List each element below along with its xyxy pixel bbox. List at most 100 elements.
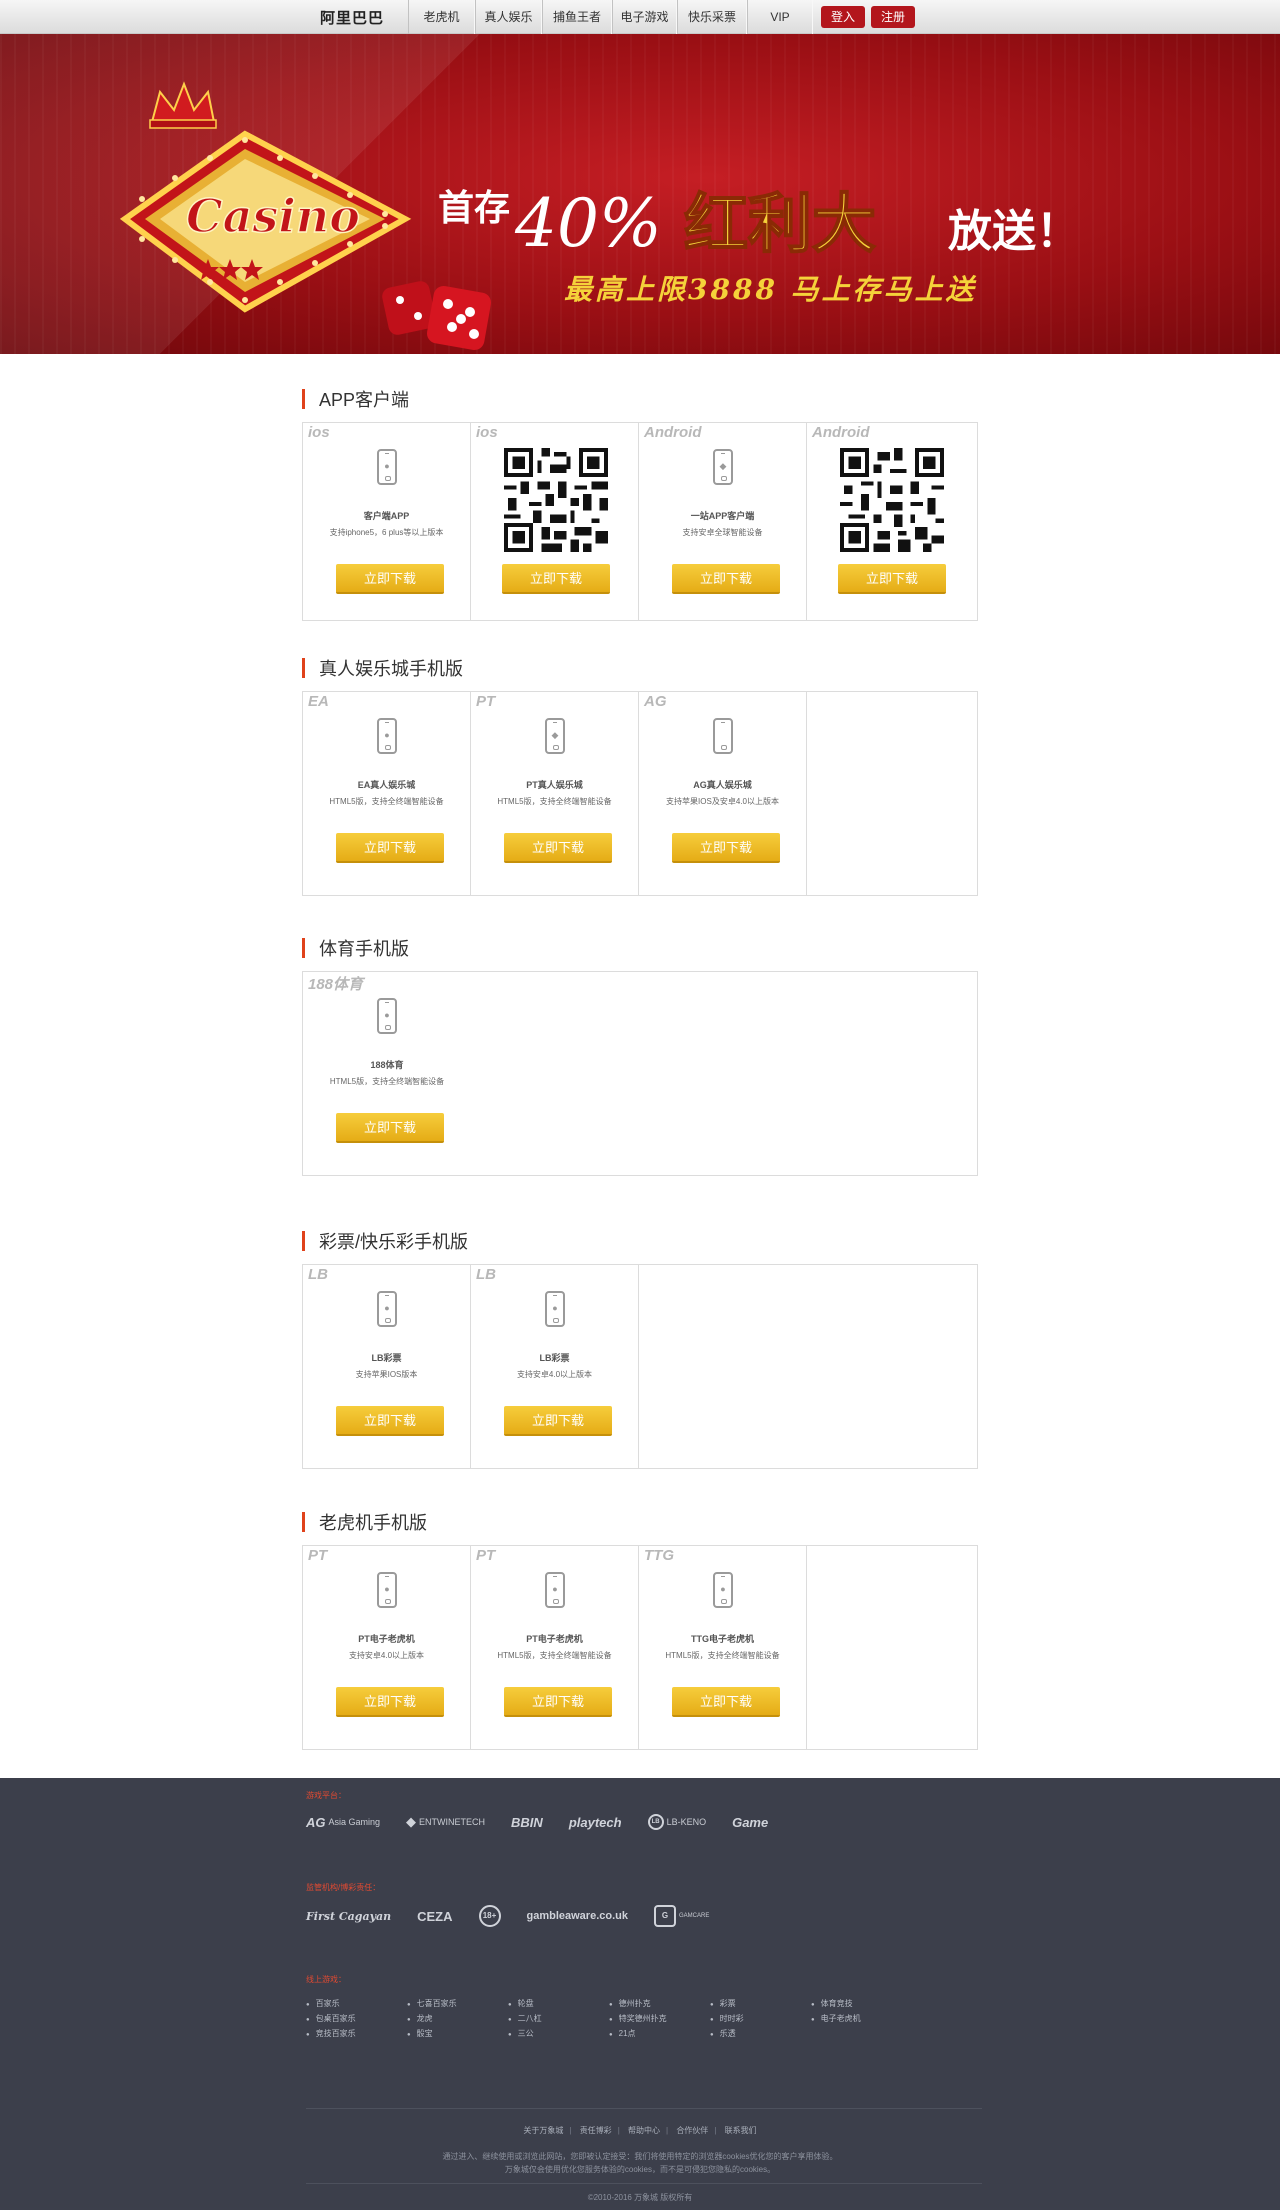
- nav-vip[interactable]: VIP: [747, 0, 813, 34]
- card-ea: EA ● EA真人娱乐城 HTML5版，支持全终端智能设备 立即下载: [303, 692, 471, 895]
- download-button[interactable]: 立即下载: [336, 1113, 444, 1143]
- banner-art: Casino 首存 40% 红利大 放送！ 最高上限3888 马上存马上送: [119, 81, 1080, 351]
- game-link[interactable]: 包桌百家乐: [306, 2013, 407, 2024]
- promo-banner[interactable]: Casino 首存 40% 红利大 放送！ 最高上限3888 马上存马上送: [0, 34, 1280, 354]
- apple-phone-icon: ●: [377, 449, 397, 485]
- footer-link-about[interactable]: 关于万象城: [523, 2126, 563, 2135]
- age-18-icon: 18+: [478, 1905, 501, 1927]
- nav-lottery[interactable]: 快乐采票: [677, 0, 747, 34]
- license-logos: First Cagayan CEZA 18+ gambleaware.co.uk…: [306, 1905, 709, 1927]
- headline-prefix: 首存: [438, 187, 510, 229]
- footer-divider: [306, 2183, 982, 2184]
- download-button[interactable]: 立即下载: [672, 1687, 780, 1717]
- lottery-grid: LB ● LB彩票 支持苹果IOS版本 立即下载 LB ● LB彩票 支持安卓4…: [302, 1264, 978, 1469]
- first-cagayan-logo: First Cagayan: [306, 1909, 392, 1923]
- apple-phone-icon: ●: [377, 1572, 397, 1608]
- game-links: 百家乐 七喜百家乐 轮盘 德州扑克 彩票 体育竞技 包桌百家乐 龙虎 二八杠 特…: [306, 1998, 912, 2039]
- footer-nav: 关于万象城 | 责任博彩 | 帮助中心 | 合作伙伴 | 联系我们: [523, 2126, 757, 2135]
- game-link[interactable]: 德州扑克: [609, 1998, 710, 2009]
- card-android-app: Android ◆ 一站APP客户端 支持安卓全球智能设备 立即下载: [639, 423, 807, 620]
- card-ttg-slot: TTG ● TTG电子老虎机 HTML5版，支持全终端智能设备 立即下载: [639, 1546, 807, 1749]
- footer-link-partners[interactable]: 合作伙伴: [676, 2126, 708, 2135]
- download-button[interactable]: 立即下载: [672, 833, 780, 863]
- download-button[interactable]: 立即下载: [336, 833, 444, 863]
- nav-live-casino[interactable]: 真人娱乐: [475, 0, 542, 34]
- game-link[interactable]: 21点: [609, 2028, 710, 2039]
- apple-phone-icon: ●: [713, 1572, 733, 1608]
- site-logo[interactable]: 阿里巴巴: [320, 7, 408, 28]
- download-button[interactable]: 立即下载: [838, 564, 946, 594]
- download-button[interactable]: 立即下载: [672, 564, 780, 594]
- card-pt-slot-2: PT ● PT电子老虎机 HTML5版，支持全终端智能设备 立即下载: [471, 1546, 639, 1749]
- footer-divider: [306, 2108, 982, 2109]
- crown-icon: [149, 81, 217, 129]
- download-button[interactable]: 立即下载: [502, 564, 610, 594]
- android-phone-icon: ◆: [545, 718, 565, 754]
- game-link[interactable]: 二八杠: [508, 2013, 609, 2024]
- game-link[interactable]: 百家乐: [306, 1998, 407, 2009]
- section-title-app: APP客户端: [302, 388, 978, 410]
- site-footer: 游戏平台： AG Asia Gaming ◆ ENTWINETECH BBIN pl…: [0, 1778, 1280, 2210]
- game-logo: Game: [732, 1814, 769, 1830]
- card-lb-android: LB ● LB彩票 支持安卓4.0以上版本 立即下载: [471, 1265, 639, 1468]
- apple-phone-icon: ●: [377, 998, 397, 1034]
- game-link[interactable]: 轮盘: [508, 1998, 609, 2009]
- game-link[interactable]: 骰宝: [407, 2028, 508, 2039]
- footer-link-responsible[interactable]: 责任博彩: [580, 2126, 612, 2135]
- game-link[interactable]: 特奖德州扑克: [609, 2013, 710, 2024]
- section-title-slots: 老虎机手机版: [302, 1511, 978, 1533]
- download-button[interactable]: 立即下载: [504, 833, 612, 863]
- game-link[interactable]: 竞技百家乐: [306, 2028, 407, 2039]
- download-button[interactable]: 立即下载: [504, 1687, 612, 1717]
- apple-phone-icon: ●: [377, 1291, 397, 1327]
- download-button[interactable]: 立即下载: [336, 564, 444, 594]
- download-content: APP客户端 ios ● 客户端APP 支持iphone5，6 plus等以上版…: [302, 354, 978, 1750]
- game-link[interactable]: 电子老虎机: [811, 2013, 912, 2024]
- game-link[interactable]: 乐透: [710, 2028, 811, 2039]
- sports-grid: 188体育 ● 188体育 HTML5版，支持全终端智能设备 立即下载: [302, 971, 978, 1176]
- entwinetech-logo: ◆ ENTWINETECH: [406, 1814, 486, 1829]
- section-title-live-casino: 真人娱乐城手机版: [302, 657, 978, 679]
- card-lb-ios: LB ● LB彩票 支持苹果IOS版本 立即下载: [303, 1265, 471, 1468]
- headline-percent: 40%: [514, 185, 662, 262]
- footer-link-help[interactable]: 帮助中心: [628, 2126, 660, 2135]
- register-button[interactable]: 注册: [871, 6, 916, 28]
- game-link[interactable]: 三公: [508, 2028, 609, 2039]
- app-download-grid: ios ● 客户端APP 支持iphone5，6 plus等以上版本 立即下载 …: [302, 422, 978, 621]
- top-navigation-bar: 阿里巴巴 老虎机 真人娱乐 捕鱼王者 电子游戏 快乐采票 VIP 登入 注册: [0, 0, 1280, 34]
- download-button[interactable]: 立即下载: [504, 1406, 612, 1436]
- ag-logo: AG Asia Gaming: [306, 1814, 381, 1830]
- android-phone-icon: ◆: [713, 449, 733, 485]
- games-label: 线上游戏：: [306, 1975, 346, 1984]
- qr-code-icon: [504, 448, 608, 552]
- game-link[interactable]: 体育竞技: [811, 1998, 912, 2009]
- casino-sign-text: Casino: [186, 189, 360, 243]
- live-casino-grid: EA ● EA真人娱乐城 HTML5版，支持全终端智能设备 立即下载 PT ◆ …: [302, 691, 978, 896]
- nav-e-games[interactable]: 电子游戏: [612, 0, 677, 34]
- game-link[interactable]: 彩票: [710, 1998, 811, 2009]
- nav-slots[interactable]: 老虎机: [408, 0, 475, 34]
- banner-subline: 最高上限3888 马上存马上送: [564, 273, 977, 306]
- card-android-qr: Android 立即下载: [807, 423, 975, 620]
- card-ios-qr: ios 立即下载: [471, 423, 639, 620]
- cookie-notice-1: 通过进入、继续使用或浏览此网站，您即被认定接受：我们将使用特定的浏览器cooki…: [442, 2152, 838, 2161]
- bbin-logo: BBIN: [511, 1814, 543, 1830]
- login-button[interactable]: 登入: [821, 6, 866, 28]
- lb-keno-logo: LB LB-KENO: [647, 1814, 706, 1830]
- download-button[interactable]: 立即下载: [336, 1406, 444, 1436]
- card-pt-slot-1: PT ● PT电子老虎机 支持安卓4.0以上版本 立即下载: [303, 1546, 471, 1749]
- apple-phone-icon: ●: [545, 1291, 565, 1327]
- phone-icon: [713, 718, 733, 754]
- game-link[interactable]: 时时彩: [710, 2013, 811, 2024]
- game-link[interactable]: 龙虎: [407, 2013, 508, 2024]
- card-188-sports: 188体育 ● 188体育 HTML5版，支持全终端智能设备 立即下载: [303, 972, 471, 1175]
- game-link[interactable]: 七喜百家乐: [407, 1998, 508, 2009]
- gamcare-logo: G GAMCARE: [654, 1905, 709, 1927]
- cookie-notice-2: 万象城仅会使用优化您服务体验的cookies，而不是可侵犯您隐私的cookies…: [504, 2165, 776, 2174]
- footer-link-contact[interactable]: 联系我们: [725, 2126, 757, 2135]
- dice-icon: [382, 281, 492, 351]
- nav-fishing[interactable]: 捕鱼王者: [542, 0, 612, 34]
- download-button[interactable]: 立即下载: [336, 1687, 444, 1717]
- ceza-logo: CEZA: [417, 1908, 453, 1924]
- platform-logos: AG Asia Gaming ◆ ENTWINETECH BBIN playtech…: [306, 1814, 768, 1830]
